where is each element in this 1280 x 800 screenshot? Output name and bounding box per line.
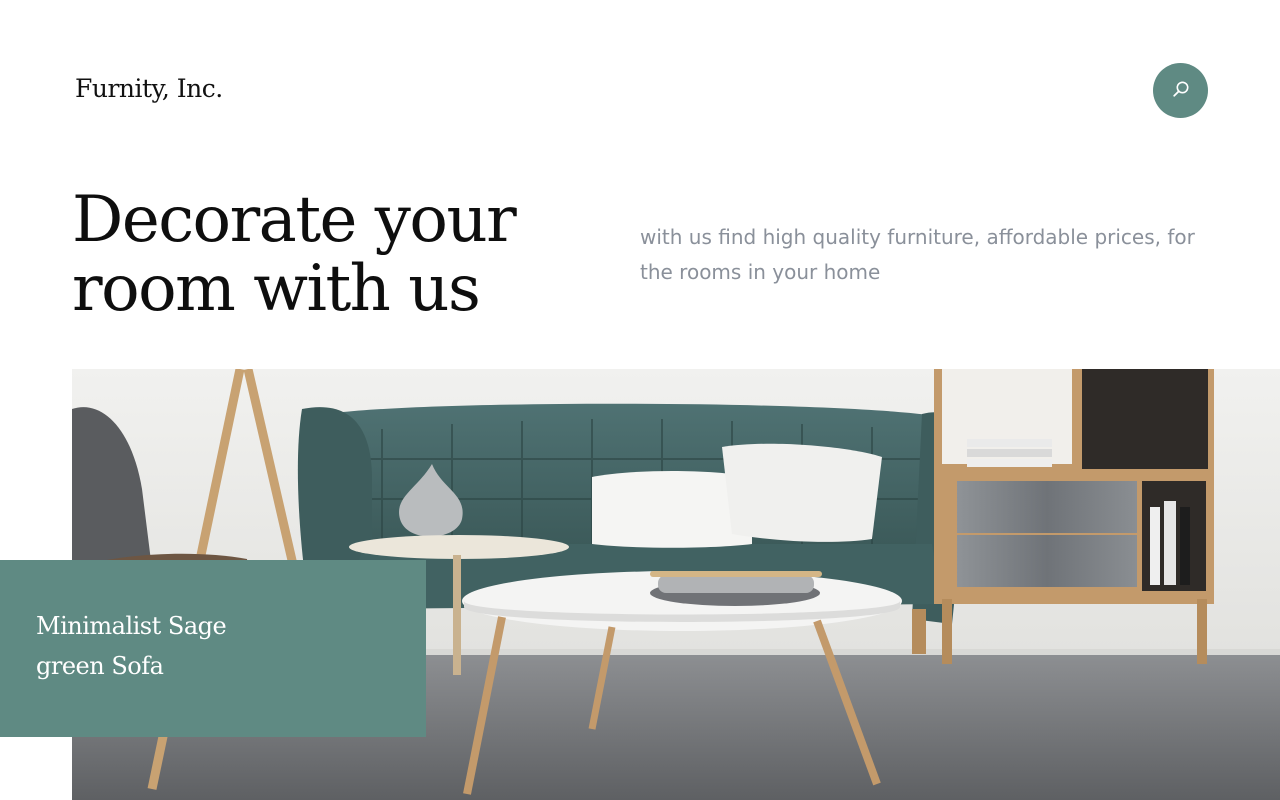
search-icon bbox=[1172, 80, 1190, 101]
search-button[interactable] bbox=[1153, 63, 1208, 118]
brand-logo[interactable]: Furnity, Inc. bbox=[75, 74, 223, 103]
product-caption-card[interactable]: Minimalist Sage green Sofa bbox=[0, 560, 426, 737]
product-caption: Minimalist Sage green Sofa bbox=[36, 612, 227, 680]
hero-subtitle: with us find high quality furniture, aff… bbox=[640, 225, 1195, 284]
hero-title: Decorate your room with us bbox=[72, 183, 517, 326]
